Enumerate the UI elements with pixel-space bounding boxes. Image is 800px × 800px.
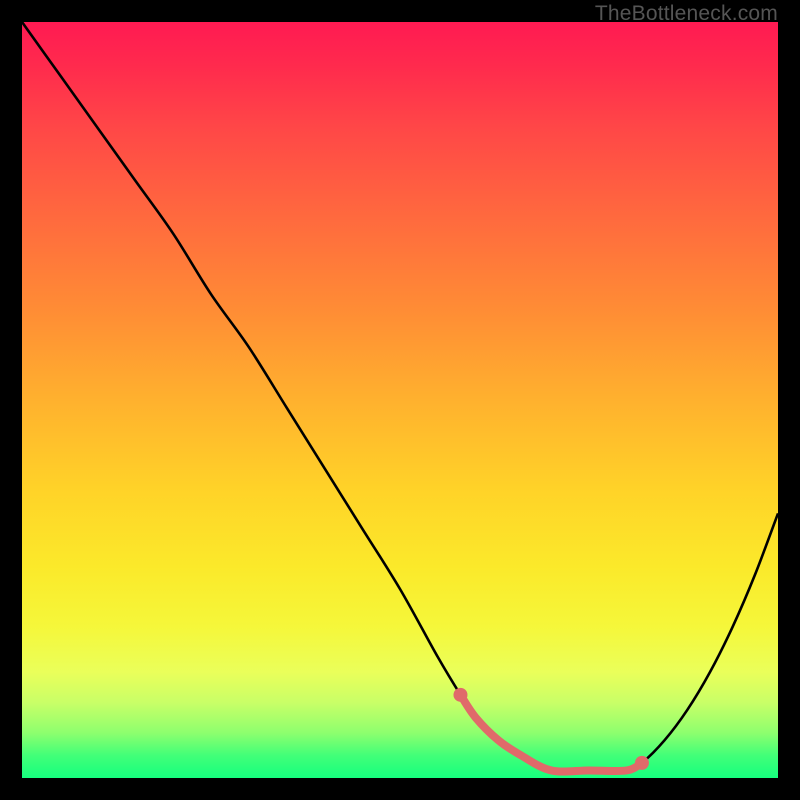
curve-svg (22, 22, 778, 778)
highlight-curve (460, 695, 641, 772)
plot-area (22, 22, 778, 778)
chart-canvas: TheBottleneck.com (0, 0, 800, 800)
highlight-endpoint-left (453, 688, 467, 702)
highlight-endpoint-right (635, 756, 649, 770)
bottleneck-curve (22, 22, 778, 772)
